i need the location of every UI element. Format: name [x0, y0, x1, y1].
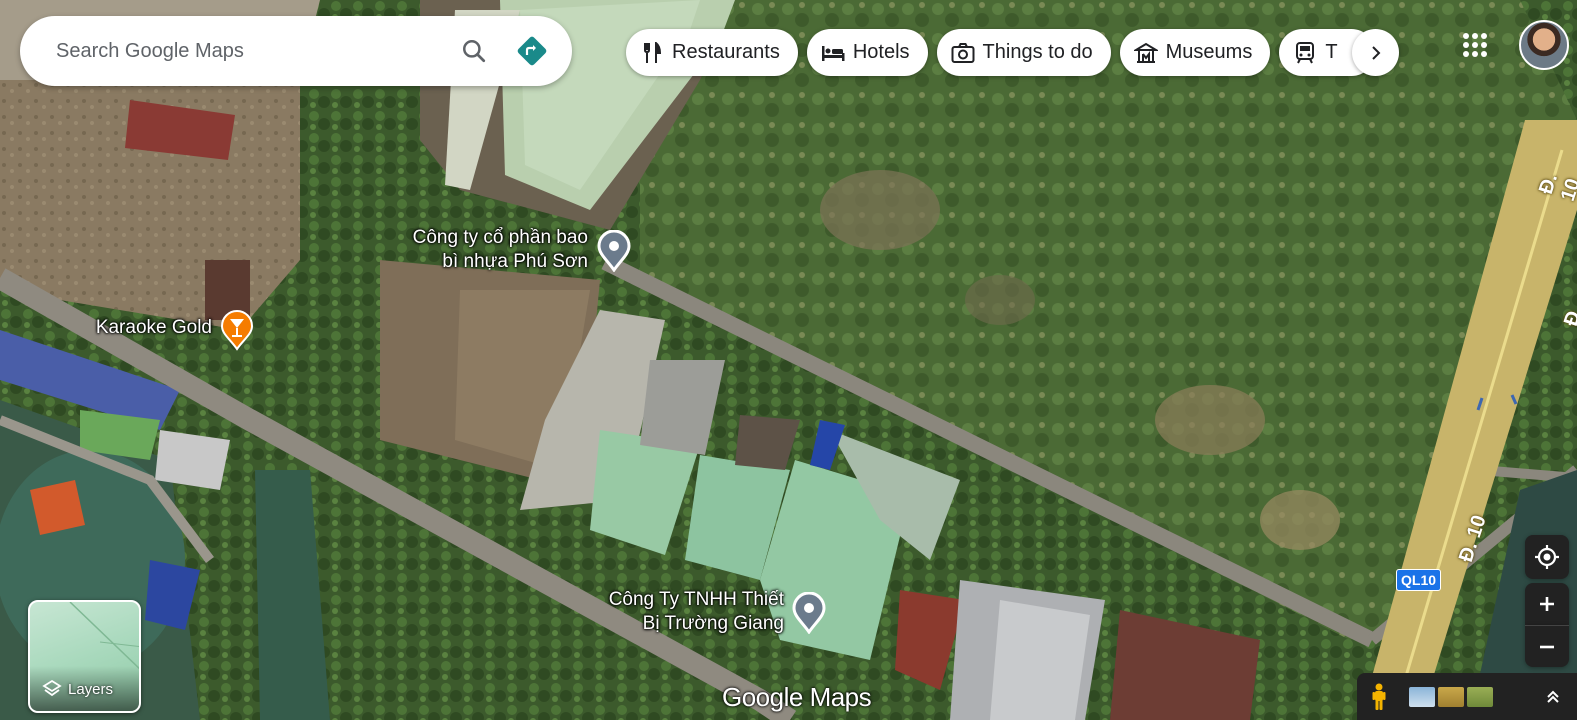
chip-label: Things to do	[982, 41, 1093, 63]
chip-things-to-do[interactable]: Things to do	[936, 29, 1111, 76]
place-name-line2: Bị Trường Giang	[642, 613, 784, 634]
chip-restaurants[interactable]: Restaurants	[626, 29, 798, 76]
place-pin-icon[interactable]	[597, 229, 631, 277]
expand-icon[interactable]	[1543, 687, 1563, 707]
directions-icon[interactable]	[512, 31, 552, 71]
satellite-map[interactable]	[0, 0, 1577, 720]
category-chips: Restaurants Hotels Things to do Museums …	[626, 29, 1376, 76]
place-label-phu-son[interactable]: Công ty cổ phần bao bì nhựa Phú Sơn	[380, 226, 588, 274]
chip-label: Restaurants	[672, 41, 780, 63]
place-pin-icon[interactable]	[792, 591, 826, 639]
pegman-icon[interactable]	[1369, 682, 1389, 712]
fork-knife-icon	[640, 41, 664, 65]
account-avatar[interactable]	[1519, 20, 1569, 70]
train-icon	[1293, 41, 1317, 65]
plus-icon	[1540, 597, 1554, 611]
layers-label-wrap: Layers	[42, 679, 113, 699]
search-box	[20, 16, 572, 86]
bottom-toolbar	[1357, 673, 1577, 720]
place-name-line1: Công ty cổ phần bao	[412, 227, 588, 248]
chip-label: T	[1325, 41, 1338, 63]
layers-button[interactable]: Layers	[28, 600, 141, 713]
thumbnail-sky[interactable]	[1409, 686, 1435, 707]
chips-next-button[interactable]	[1352, 29, 1399, 76]
zoom-in-button[interactable]	[1525, 583, 1569, 625]
museum-icon	[1133, 41, 1158, 65]
my-location-button[interactable]	[1525, 535, 1569, 579]
route-shield-ql10[interactable]: QL10	[1396, 569, 1442, 591]
imagery-thumbnails[interactable]	[1409, 686, 1493, 707]
minus-icon	[1540, 645, 1554, 648]
layers-icon	[42, 679, 62, 697]
thumbnail-field[interactable]	[1438, 686, 1464, 707]
chip-museums[interactable]: Museums	[1119, 29, 1271, 76]
place-name-line1: Công Ty TNHH Thiết	[608, 589, 784, 610]
chip-label: Museums	[1165, 41, 1253, 63]
chip-label: Hotels	[852, 41, 910, 63]
search-input[interactable]	[56, 39, 436, 63]
google-maps-watermark: Google Maps	[722, 682, 872, 712]
layers-label: Layers	[68, 680, 114, 698]
zoom-out-button[interactable]	[1525, 625, 1569, 667]
layers-preview-map	[69, 602, 139, 670]
bed-icon	[821, 41, 845, 65]
google-apps-icon[interactable]	[1458, 28, 1492, 62]
camera-icon	[951, 41, 975, 65]
thumbnail-grass[interactable]	[1467, 686, 1493, 707]
place-label-karaoke-gold[interactable]: Karaoke Gold	[60, 316, 212, 340]
karaoke-pin-icon[interactable]	[219, 309, 255, 356]
place-name-line2: bì nhựa Phú Sơn	[442, 251, 588, 272]
chevron-right-icon	[1371, 45, 1380, 60]
map-imagery	[0, 0, 1577, 720]
search-icon[interactable]	[454, 31, 494, 71]
chip-hotels[interactable]: Hotels	[806, 29, 928, 76]
crosshair-icon	[1535, 545, 1559, 569]
place-label-truong-giang[interactable]: Công Ty TNHH Thiết Bị Trường Giang	[576, 588, 784, 636]
